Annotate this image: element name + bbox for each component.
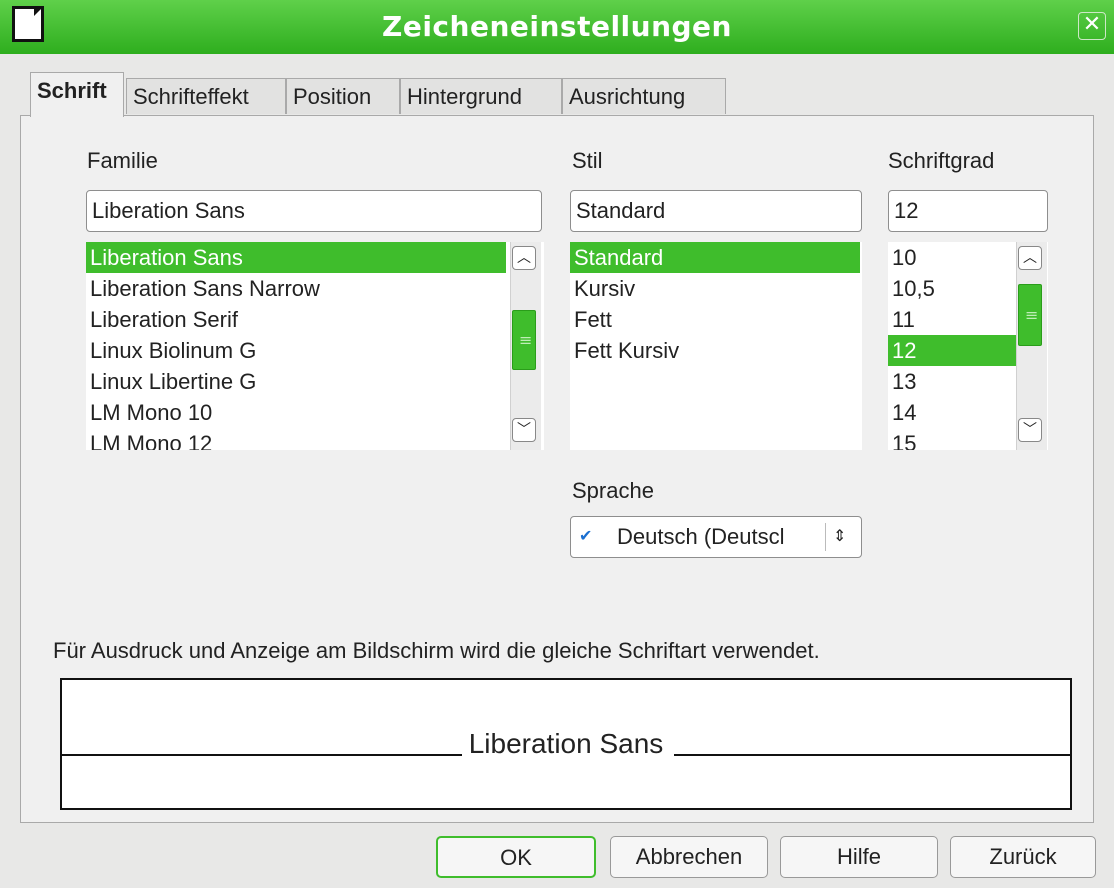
- updown-arrows-icon: ⇕: [833, 528, 847, 545]
- family-label: Familie: [87, 148, 158, 173]
- help-button[interactable]: Hilfe: [780, 836, 938, 878]
- family-list-item[interactable]: Linux Biolinum G: [86, 335, 544, 366]
- preview-text: Liberation Sans: [468, 728, 664, 759]
- scroll-up-icon[interactable]: ︿: [512, 246, 536, 270]
- size-label: Schriftgrad: [888, 148, 995, 173]
- language-select[interactable]: ✔ Deutsch (Deutscl ⇕: [570, 516, 862, 558]
- family-list-item[interactable]: LM Mono 12: [86, 428, 544, 450]
- font-preview: Liberation Sans: [60, 678, 1072, 810]
- scroll-thumb[interactable]: [1018, 284, 1042, 346]
- family-list-item[interactable]: LM Mono 10: [86, 397, 544, 428]
- style-label: Stil: [572, 148, 603, 173]
- tab-schrifteffekt[interactable]: Schrifteffekt: [126, 78, 286, 114]
- style-list[interactable]: Standard Kursiv Fett Fett Kursiv: [570, 242, 862, 450]
- close-icon[interactable]: ✕: [1078, 12, 1106, 40]
- family-input[interactable]: Liberation Sans: [86, 190, 542, 232]
- language-value: Deutsch (Deutscl: [617, 524, 785, 549]
- ok-button[interactable]: OK: [436, 836, 596, 878]
- select-divider: [825, 523, 826, 551]
- size-list[interactable]: 10 10,5 11 12 13 14 15 ︿ ﹀: [888, 242, 1048, 450]
- family-list-item[interactable]: Liberation Sans: [86, 242, 506, 273]
- size-list-item[interactable]: 12: [888, 335, 1016, 366]
- tab-hintergrund[interactable]: Hintergrund: [400, 78, 562, 114]
- family-list-item[interactable]: Liberation Serif: [86, 304, 544, 335]
- family-list-item[interactable]: Linux Libertine G: [86, 366, 544, 397]
- style-list-item[interactable]: Standard: [570, 242, 860, 273]
- tab-position[interactable]: Position: [286, 78, 400, 114]
- tab-ausrichtung[interactable]: Ausrichtung: [562, 78, 726, 114]
- back-button[interactable]: Zurück: [950, 836, 1096, 878]
- style-input[interactable]: Standard: [570, 190, 862, 232]
- tab-schrift[interactable]: Schrift: [30, 72, 124, 117]
- style-list-item[interactable]: Fett: [570, 304, 862, 335]
- scroll-thumb[interactable]: [512, 310, 536, 370]
- scroll-up-icon[interactable]: ︿: [1018, 246, 1042, 270]
- scroll-down-icon[interactable]: ﹀: [1018, 418, 1042, 442]
- style-list-item[interactable]: Fett Kursiv: [570, 335, 862, 366]
- family-scrollbar[interactable]: ︿ ﹀: [510, 242, 541, 450]
- window-title: Zeicheneinstellungen: [382, 10, 732, 43]
- style-list-item[interactable]: Kursiv: [570, 273, 862, 304]
- size-scrollbar[interactable]: ︿ ﹀: [1016, 242, 1047, 450]
- spellcheck-icon: ✔: [579, 528, 593, 545]
- title-bar[interactable]: Zeicheneinstellungen ✕: [0, 0, 1114, 54]
- language-label: Sprache: [572, 478, 654, 503]
- family-list-item[interactable]: Liberation Sans Narrow: [86, 273, 544, 304]
- cancel-button[interactable]: Abbrechen: [610, 836, 768, 878]
- family-list[interactable]: Liberation Sans Liberation Sans Narrow L…: [86, 242, 544, 450]
- scroll-down-icon[interactable]: ﹀: [512, 418, 536, 442]
- size-input[interactable]: 12: [888, 190, 1048, 232]
- font-info-text: Für Ausdruck und Anzeige am Bildschirm w…: [53, 638, 820, 663]
